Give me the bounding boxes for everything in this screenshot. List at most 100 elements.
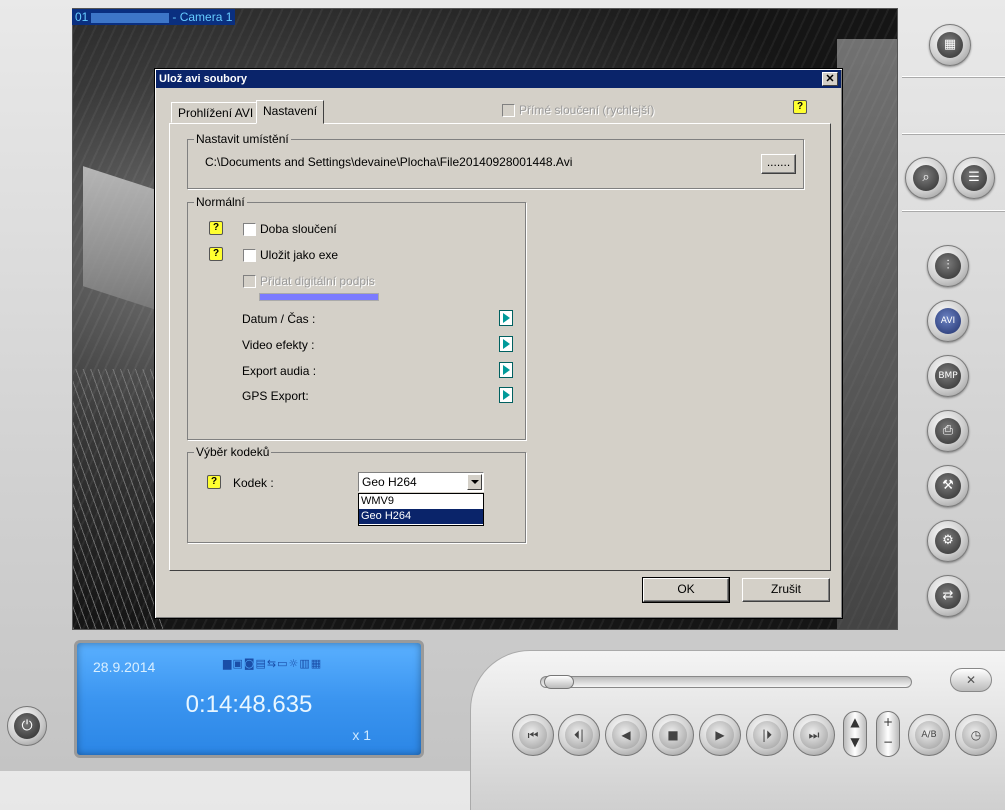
gear-icon: ⚙ bbox=[935, 528, 961, 554]
save-avi-dialog: Ulož avi soubory ✕ Prohlížení AVI Nastav… bbox=[154, 68, 843, 619]
digital-signature-label: Přidat digitální podpis bbox=[260, 274, 375, 288]
rail-separator bbox=[902, 76, 1005, 78]
close-button[interactable]: ✕ bbox=[822, 72, 838, 86]
export-audio-expand-button[interactable] bbox=[499, 362, 513, 378]
codec-dropdown-list: WMV9 Geo H264 bbox=[358, 493, 484, 526]
plus-icon[interactable]: + bbox=[877, 712, 899, 732]
dialog-title-bar: Ulož avi soubory ✕ bbox=[156, 70, 841, 88]
clock-button[interactable]: ◷ bbox=[955, 714, 997, 756]
tab-settings[interactable]: Nastavení bbox=[256, 100, 325, 124]
codec-group-label: Výběr kodeků bbox=[194, 445, 272, 459]
ok-button[interactable]: OK bbox=[642, 577, 730, 603]
save-avi-icon: AVI bbox=[935, 308, 961, 334]
browse-button[interactable]: ....... bbox=[761, 154, 796, 174]
last-frame-button[interactable]: ⏭ bbox=[793, 714, 835, 756]
camera-name: Camera 1 bbox=[179, 10, 233, 24]
rail-separator bbox=[902, 210, 1005, 212]
camera-title-bar: 01- Camera 1 bbox=[72, 9, 236, 25]
chevron-up-icon[interactable]: ▲ bbox=[844, 712, 866, 732]
ab-repeat-button[interactable]: A/B bbox=[908, 714, 950, 756]
export-button[interactable]: ⇄ bbox=[927, 575, 969, 617]
digital-signature-checkbox bbox=[243, 275, 256, 288]
help-icon[interactable]: ? bbox=[209, 221, 223, 235]
chevron-down-icon[interactable]: ▼ bbox=[844, 732, 866, 752]
save-avi-button[interactable]: AVI bbox=[927, 300, 969, 342]
codec-label: Kodek : bbox=[233, 476, 274, 490]
skip-next-icon: |⏵ bbox=[753, 721, 781, 749]
print-icon: ⎙ bbox=[935, 418, 961, 444]
clear-button[interactable]: ✕ bbox=[950, 668, 992, 692]
status-speed: x 1 bbox=[352, 727, 371, 743]
cancel-button[interactable]: Zrušit bbox=[742, 578, 830, 602]
list-icon: ☰ bbox=[961, 165, 987, 191]
datetime-label: Datum / Čas : bbox=[242, 312, 316, 326]
codec-select[interactable]: Geo H264 bbox=[358, 472, 484, 492]
export-icon: ⇄ bbox=[935, 583, 961, 609]
merge-time-label: Doba sloučení bbox=[260, 222, 337, 236]
file-path-text: C:\Documents and Settings\devaine\Plocha… bbox=[205, 155, 573, 169]
dialog-title: Ulož avi soubory bbox=[159, 73, 248, 85]
play-arrow-icon bbox=[502, 313, 510, 323]
adjust-button[interactable]: ⫶ bbox=[927, 245, 969, 287]
power-button[interactable]: ⏻ bbox=[7, 706, 47, 746]
status-indicator-icons: ▆▣◙▤⇆▭☼▥▦ bbox=[223, 657, 323, 670]
video-street-shape bbox=[837, 39, 897, 629]
play-arrow-icon bbox=[502, 339, 510, 349]
save-bmp-button[interactable]: BMP bbox=[927, 355, 969, 397]
direct-merge-label: Přímé sloučení (rychlejší) bbox=[519, 103, 655, 117]
equalizer-icon: ⫶ bbox=[935, 253, 961, 279]
reverse-play-button[interactable]: ◀ bbox=[605, 714, 647, 756]
speed-stepper[interactable]: ▲ ▼ bbox=[843, 711, 867, 757]
minus-icon[interactable]: − bbox=[877, 732, 899, 752]
help-icon[interactable]: ? bbox=[793, 100, 807, 114]
play-button[interactable]: ▶ bbox=[699, 714, 741, 756]
search-icon: ⌕ bbox=[913, 165, 939, 191]
play-icon: ▶ bbox=[706, 721, 734, 749]
stop-icon: ■ bbox=[659, 721, 687, 749]
status-time: 0:14:48.635 bbox=[185, 691, 313, 718]
video-effects-label: Video efekty : bbox=[242, 338, 315, 352]
tab-avi-preview[interactable]: Prohlížení AVI bbox=[171, 102, 261, 123]
skip-last-icon: ⏭ bbox=[800, 721, 828, 749]
stop-button[interactable]: ■ bbox=[652, 714, 694, 756]
first-frame-button[interactable]: ⏮ bbox=[512, 714, 554, 756]
help-icon[interactable]: ? bbox=[207, 475, 221, 489]
settings-button[interactable]: ⚙ bbox=[927, 520, 969, 562]
skip-previous-icon: ⏴| bbox=[565, 721, 593, 749]
seek-thumb[interactable] bbox=[544, 675, 574, 689]
rail-separator bbox=[902, 133, 1005, 135]
codec-group: Výběr kodeků ? Kodek : Geo H264 WMV9 Geo… bbox=[187, 445, 526, 543]
save-as-exe-label: Uložit jako exe bbox=[260, 248, 339, 262]
video-tracks-shape bbox=[73, 369, 163, 629]
reverse-icon: ◀ bbox=[612, 721, 640, 749]
clock-icon: ◷ bbox=[962, 721, 990, 749]
layout-icon: ▦ bbox=[937, 32, 963, 58]
video-effects-expand-button[interactable] bbox=[499, 336, 513, 352]
chevron-down-icon[interactable] bbox=[467, 474, 482, 490]
gps-export-expand-button[interactable] bbox=[499, 387, 513, 403]
next-button[interactable]: |⏵ bbox=[746, 714, 788, 756]
zoom-stepper[interactable]: + − bbox=[876, 711, 900, 757]
normal-group-label: Normální bbox=[194, 195, 247, 209]
merge-time-checkbox[interactable] bbox=[243, 223, 256, 236]
export-audio-label: Export audia : bbox=[242, 364, 317, 378]
codec-option-wmv9[interactable]: WMV9 bbox=[359, 494, 483, 509]
tools-button[interactable]: ⚒ bbox=[927, 465, 969, 507]
print-button[interactable]: ⎙ bbox=[927, 410, 969, 452]
search-button[interactable]: ⌕ bbox=[905, 157, 947, 199]
power-icon: ⏻ bbox=[14, 713, 40, 739]
skip-first-icon: ⏮ bbox=[519, 721, 547, 749]
seek-bar[interactable] bbox=[540, 676, 912, 688]
help-icon[interactable]: ? bbox=[209, 247, 223, 261]
codec-option-geo-h264[interactable]: Geo H264 bbox=[359, 509, 483, 524]
previous-button[interactable]: ⏴| bbox=[558, 714, 600, 756]
ab-icon: A/B bbox=[915, 721, 943, 749]
play-arrow-icon bbox=[502, 365, 510, 375]
layout-button[interactable]: ▦ bbox=[929, 24, 971, 66]
save-as-exe-checkbox[interactable] bbox=[243, 249, 256, 262]
gps-export-label: GPS Export: bbox=[242, 389, 309, 403]
datetime-expand-button[interactable] bbox=[499, 310, 513, 326]
camera-name-redacted bbox=[91, 12, 170, 23]
status-display: 28.9.2014 ▆▣◙▤⇆▭☼▥▦ 0:14:48.635 x 1 bbox=[74, 640, 424, 758]
list-button[interactable]: ☰ bbox=[953, 157, 995, 199]
